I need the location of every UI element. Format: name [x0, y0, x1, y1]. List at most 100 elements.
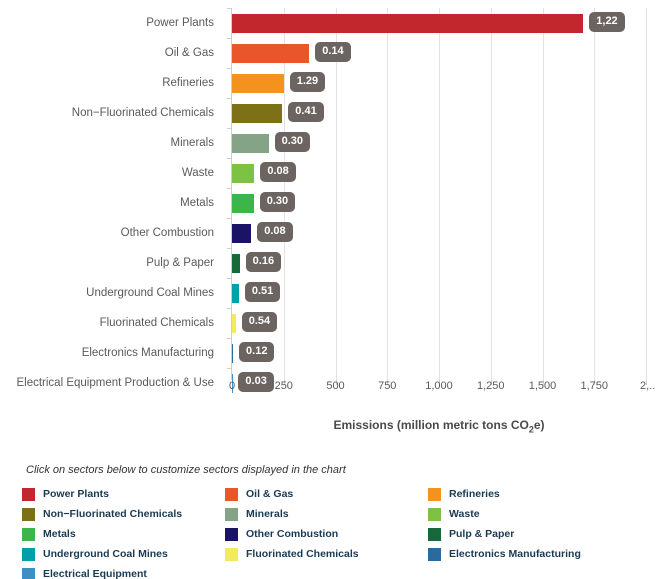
legend-item[interactable]: Oil & Gas	[225, 486, 425, 504]
legend-item[interactable]: Waste	[428, 506, 638, 524]
legend-column: Oil & Gas Minerals Other Combustion Fluorin…	[225, 486, 425, 566]
legend-color-swatch-icon	[225, 548, 238, 561]
legend-item[interactable]: Electronics Manufacturing	[428, 546, 638, 564]
bar-row[interactable]: 0.08	[232, 158, 646, 188]
legend-color-swatch-icon	[225, 508, 238, 521]
legend-color-swatch-icon	[22, 548, 35, 561]
bar[interactable]	[232, 284, 239, 303]
bar-value-label: 0.08	[257, 222, 293, 242]
emissions-chart-page: Power Plants Oil & Gas Refineries Non−Fluor…	[0, 0, 656, 579]
gridline	[646, 8, 647, 380]
legend-item[interactable]: Pulp & Paper	[428, 526, 638, 544]
legend-item-label: Oil & Gas	[246, 488, 294, 500]
x-tick-label: 1,750	[580, 380, 609, 392]
legend-hint: Click on sectors below to customize sect…	[26, 464, 346, 476]
x-axis-title: Emissions (million metric tons CO2e)	[232, 418, 646, 434]
chart-plot-region: Power Plants Oil & Gas Refineries Non−Fluor…	[0, 0, 656, 434]
category-label: Minerals	[170, 137, 214, 149]
bar[interactable]	[232, 134, 269, 153]
category-label: Other Combustion	[120, 227, 214, 239]
legend-color-swatch-icon	[225, 488, 238, 501]
bar-row[interactable]: 0.08	[232, 218, 646, 248]
category-label: Underground Coal Mines	[86, 287, 214, 299]
legend-item-label: Electrical Equipment	[43, 568, 147, 579]
bar-row[interactable]: 0.41	[232, 98, 646, 128]
legend-color-swatch-icon	[22, 508, 35, 521]
x-tick-label: 250	[274, 380, 293, 392]
legend-item[interactable]: Fluorinated Chemicals	[225, 546, 425, 564]
category-label: Waste	[181, 167, 214, 179]
category-axis-labels: Power Plants Oil & Gas Refineries Non−Fluor…	[0, 8, 222, 398]
bar[interactable]	[232, 254, 240, 273]
legend-color-swatch-icon	[22, 568, 35, 579]
category-label: Electrical Equipment Production & Use	[16, 377, 214, 389]
x-tick-label: 2,...	[640, 380, 656, 392]
bar-row[interactable]: 1.29	[232, 68, 646, 98]
legend-item[interactable]: Refineries	[428, 486, 638, 504]
bar-value-label: 0.41	[288, 102, 324, 122]
legend-color-swatch-icon	[225, 528, 238, 541]
legend-item-label: Pulp & Paper	[449, 528, 515, 540]
bar[interactable]	[232, 104, 283, 123]
bar-value-label: 0.30	[274, 132, 311, 152]
legend-item[interactable]: Metals	[22, 526, 222, 544]
x-axis-title-suffix: e)	[533, 418, 545, 432]
bar[interactable]	[232, 74, 284, 93]
bar-row[interactable]: 0.12	[232, 338, 646, 368]
legend-color-swatch-icon	[428, 548, 441, 561]
legend-color-swatch-icon	[428, 508, 441, 521]
bar-row[interactable]: 0.16	[232, 248, 646, 278]
bar-value-label: 1,22	[589, 12, 625, 32]
bar-value-label: 0.03	[238, 372, 274, 392]
bar-value-label: 0.54	[241, 312, 278, 332]
bar-row[interactable]: 0.30	[232, 188, 646, 218]
bar-value-label: 0.08	[260, 162, 296, 182]
legend-color-swatch-icon	[22, 488, 35, 501]
x-tick-label: 1,500	[528, 380, 557, 392]
bar[interactable]	[232, 314, 236, 333]
legend-color-swatch-icon	[428, 528, 441, 541]
legend-column: Power Plants Non−Fluorinated Chemicals Met…	[22, 486, 222, 579]
category-label: Non−Fluorinated Chemicals	[71, 107, 214, 119]
x-tick-label: 500	[326, 380, 345, 392]
bar-row[interactable]: 0.51	[232, 278, 646, 308]
bar-value-label: 0.30	[259, 192, 296, 212]
legend-item-label: Underground Coal Mines	[43, 548, 168, 560]
bar-row[interactable]: 0.30	[232, 128, 646, 158]
legend-item[interactable]: Power Plants	[22, 486, 222, 504]
legend-item[interactable]: Underground Coal Mines	[22, 546, 222, 564]
category-label: Fluorinated Chemicals	[99, 317, 214, 329]
category-label: Pulp & Paper	[146, 257, 214, 269]
bars-plot: 1,22 0.14 1.29 0.41 0.30 0.08 0.30 0.08 0.16 0.51…	[227, 8, 647, 393]
bar-value-label: 0.12	[239, 342, 275, 362]
legend-color-swatch-icon	[428, 488, 441, 501]
legend-item-label: Refineries	[449, 488, 500, 500]
bar-row[interactable]: 0.54	[232, 308, 646, 338]
category-label: Electronics Manufacturing	[81, 347, 214, 359]
bar[interactable]	[232, 44, 310, 63]
category-label: Metals	[180, 197, 214, 209]
legend-item-label: Minerals	[246, 508, 289, 520]
bar[interactable]	[232, 224, 252, 243]
legend-item[interactable]: Non−Fluorinated Chemicals	[22, 506, 222, 524]
legend-color-swatch-icon	[22, 528, 35, 541]
bar-value-label: 1.29	[289, 72, 326, 92]
legend-item-label: Fluorinated Chemicals	[246, 548, 359, 560]
bar-row[interactable]: 1,22	[232, 8, 646, 38]
x-tick-label: 1,250	[476, 380, 505, 392]
bar[interactable]	[232, 14, 584, 33]
legend-item[interactable]: Electrical Equipment	[22, 566, 222, 579]
legend-item-label: Metals	[43, 528, 76, 540]
x-axis-title-prefix: Emissions (million metric tons CO	[333, 418, 529, 432]
legend-item-label: Power Plants	[43, 488, 109, 500]
bar-row[interactable]: 0.14	[232, 38, 646, 68]
bar-value-label: 0.14	[315, 42, 351, 62]
legend-item[interactable]: Minerals	[225, 506, 425, 524]
bar[interactable]	[232, 164, 255, 183]
bar[interactable]	[232, 344, 234, 363]
legend-item-label: Non−Fluorinated Chemicals	[43, 508, 183, 520]
bar-value-label: 0.16	[245, 252, 282, 272]
legend-item[interactable]: Other Combustion	[225, 526, 425, 544]
legend-column: Refineries Waste Pulp & Paper Electronics M…	[428, 486, 638, 566]
bar[interactable]	[232, 194, 254, 213]
